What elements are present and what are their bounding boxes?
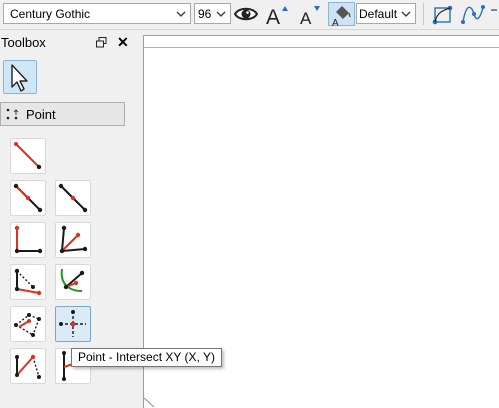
font-size-value: 96 [198, 7, 212, 21]
tool-bisector[interactable] [55, 222, 91, 258]
close-panel-icon[interactable]: ✕ [117, 35, 129, 49]
pointer-tool-button[interactable] [3, 60, 37, 94]
point-group-label: Point [26, 107, 56, 122]
chevron-down-icon [401, 11, 411, 17]
tool-shoulder-point[interactable] [10, 264, 46, 300]
midpoint-icon [58, 183, 88, 213]
label-style-value: Default [359, 7, 398, 21]
tool-midpoint[interactable] [55, 180, 91, 216]
tool-point-along-line[interactable] [10, 180, 46, 216]
arrow-cursor-icon [11, 64, 28, 92]
point-group-icon [6, 108, 19, 120]
line-segment-icon [14, 142, 42, 170]
bisector-icon [59, 225, 88, 254]
tool-intersect-xy[interactable] [55, 306, 91, 342]
point-along-line-icon [13, 183, 43, 213]
svg-text:A: A [300, 9, 312, 26]
toolbar-separator [423, 3, 424, 25]
float-panel-icon[interactable] [96, 37, 107, 48]
toolbox-header: Toolbox ✕ [0, 32, 139, 52]
chevron-down-icon [176, 11, 186, 17]
font-size-select[interactable]: 96 [194, 3, 231, 24]
tool-point-at-distance[interactable] [10, 138, 46, 174]
svg-text:A: A [266, 6, 280, 26]
normal-icon [14, 225, 43, 254]
toolbox-title: Toolbox [1, 35, 46, 50]
chevron-down-icon [216, 11, 226, 17]
label-color-icon[interactable]: A [328, 2, 355, 27]
font-family-value: Century Gothic [10, 7, 91, 21]
tool-normal[interactable] [10, 222, 46, 258]
eye-icon[interactable] [234, 2, 258, 26]
tool-point-from-arc[interactable] [10, 348, 46, 384]
more-icon[interactable] [489, 2, 499, 26]
spline-icon[interactable] [432, 2, 456, 26]
shoulder-point-icon [14, 268, 42, 296]
top-toolbar: Century Gothic 96 A A A Default [0, 0, 499, 30]
point-of-contact-icon [60, 268, 85, 292]
tool-point-of-contact[interactable] [55, 264, 91, 300]
triangle-point-icon [14, 313, 41, 337]
tool-tooltip: Point - Intersect XY (X, Y) [71, 348, 222, 367]
canvas-ruler-line [144, 47, 499, 48]
svg-text:A: A [332, 18, 339, 27]
label-style-select[interactable]: Default [356, 3, 416, 24]
decrease-font-icon[interactable]: A [297, 2, 321, 26]
point-group-button[interactable]: Point [0, 102, 125, 126]
font-family-select[interactable]: Century Gothic [3, 3, 191, 24]
point-from-arc-icon [15, 354, 41, 379]
intersect-xy-icon [59, 310, 86, 337]
increase-font-icon[interactable]: A [264, 2, 288, 26]
tool-triangle[interactable] [10, 306, 46, 342]
canvas-corner-mark [144, 398, 155, 408]
curve-icon[interactable] [461, 2, 485, 26]
